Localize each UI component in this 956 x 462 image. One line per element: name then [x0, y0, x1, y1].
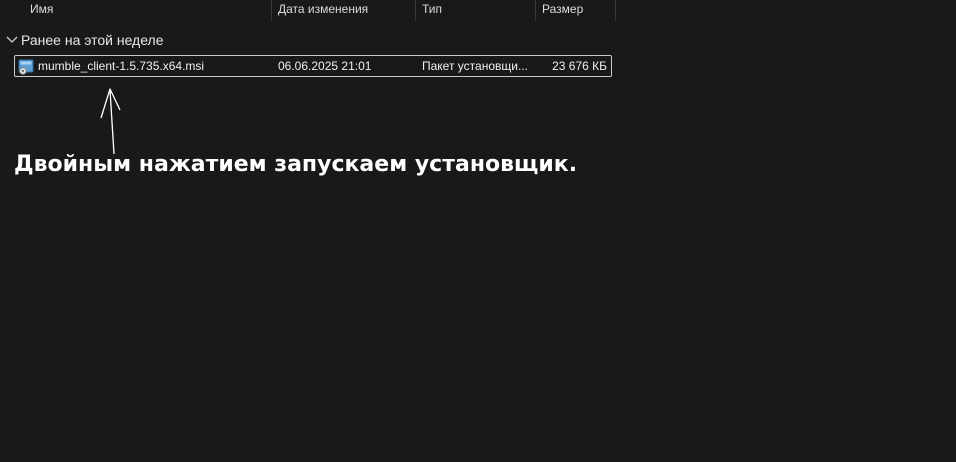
column-header-name-label: Имя	[30, 2, 54, 16]
column-header-date[interactable]: Дата изменения	[272, 0, 416, 21]
column-header-size[interactable]: Размер	[536, 0, 616, 21]
file-name: mumble_client-1.5.735.x64.msi	[38, 59, 205, 73]
file-type: Пакет установщи...	[422, 59, 528, 73]
column-header-type-label: Тип	[422, 2, 443, 16]
msi-installer-icon	[18, 59, 34, 75]
file-size: 23 676 КБ	[552, 59, 607, 73]
file-date: 06.06.2025 21:01	[278, 59, 372, 73]
chevron-down-icon[interactable]	[6, 31, 21, 49]
column-header-date-label: Дата изменения	[278, 2, 369, 16]
column-header-size-label: Размер	[542, 2, 584, 16]
table-row[interactable]: mumble_client-1.5.735.x64.msi 06.06.2025…	[14, 55, 612, 77]
group-header-label: Ранее на этой неделе	[21, 32, 164, 48]
column-header-name[interactable]: Имя	[24, 0, 272, 21]
arrow-annotation	[100, 88, 121, 155]
group-header[interactable]: Ранее на этой неделе	[6, 31, 164, 49]
column-header: Имя Дата изменения Тип Размер	[0, 0, 616, 21]
column-header-type[interactable]: Тип	[416, 0, 536, 21]
instruction-caption: Двойным нажатием запускаем установщик.	[14, 152, 578, 177]
